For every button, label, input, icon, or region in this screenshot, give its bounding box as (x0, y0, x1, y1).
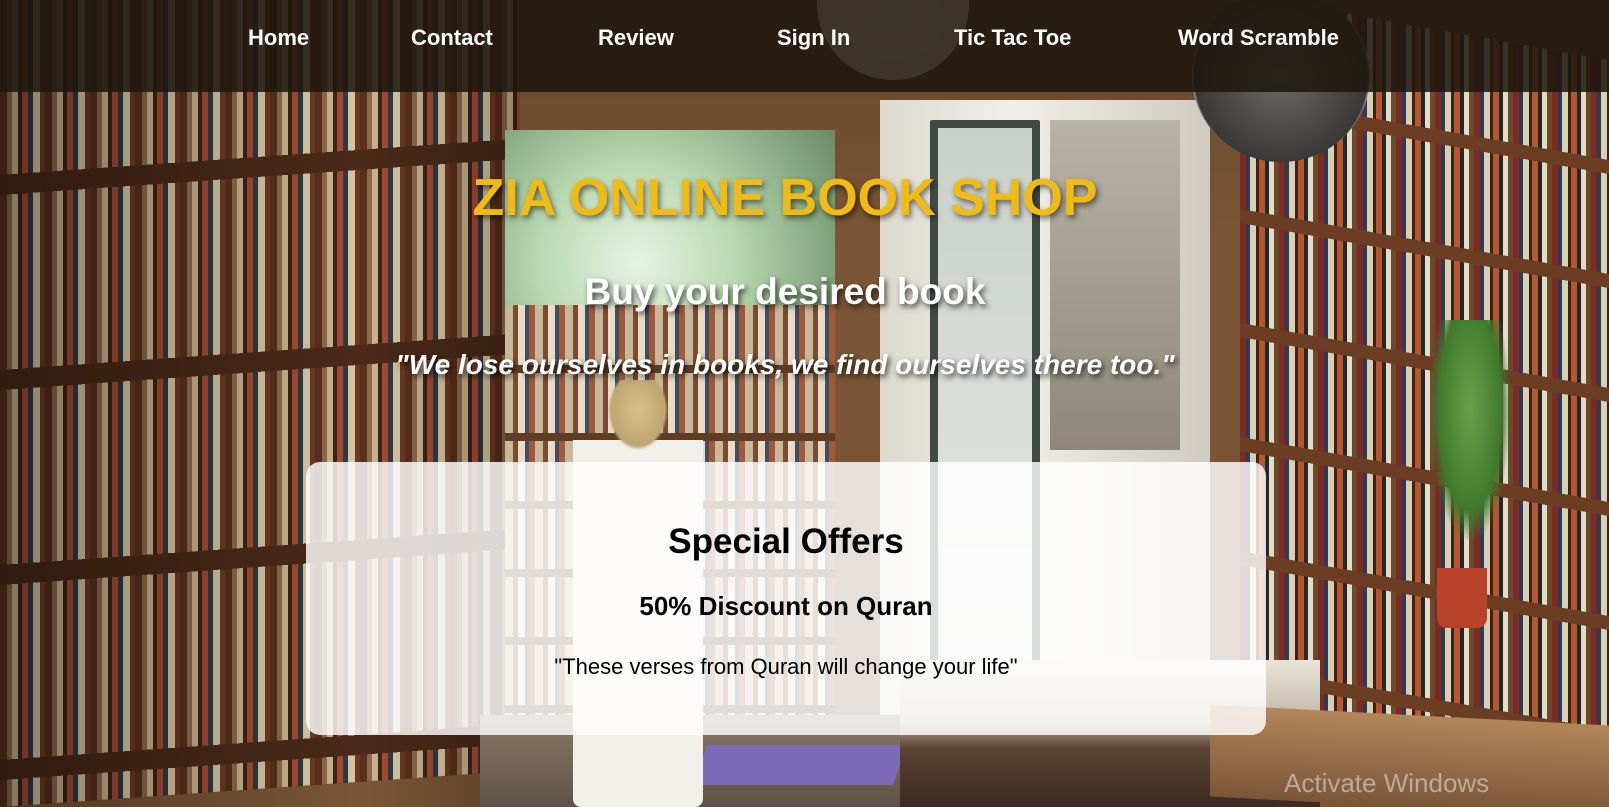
nav-link-word-scramble[interactable]: Word Scramble (1178, 25, 1339, 51)
offers-heading: Special Offers (668, 522, 904, 561)
rug (692, 745, 908, 785)
offer-quote: "These verses from Quran will change you… (554, 654, 1018, 679)
nav-link-sign-in[interactable]: Sign In (777, 25, 850, 51)
nav-link-contact[interactable]: Contact (411, 25, 493, 51)
hero-subtitle: Buy your desired book (584, 271, 986, 312)
top-navbar: Home Contact Review Sign In Tic Tac Toe … (0, 0, 1609, 92)
activate-windows-watermark: Activate Windows (1284, 768, 1490, 798)
nav-link-review[interactable]: Review (598, 25, 674, 51)
special-offers-card: Special Offers 50% Discount on Quran "Th… (306, 462, 1266, 735)
offer-item: 50% Discount on Quran (639, 591, 933, 621)
hero-quote: "We lose ourselves in books, we find our… (395, 349, 1175, 380)
nav-link-tic-tac-toe[interactable]: Tic Tac Toe (954, 25, 1071, 51)
nav-link-home[interactable]: Home (248, 25, 309, 51)
site-title: ZIA ONLINE BOOK SHOP (472, 169, 1098, 227)
plant-pot (1437, 568, 1487, 628)
